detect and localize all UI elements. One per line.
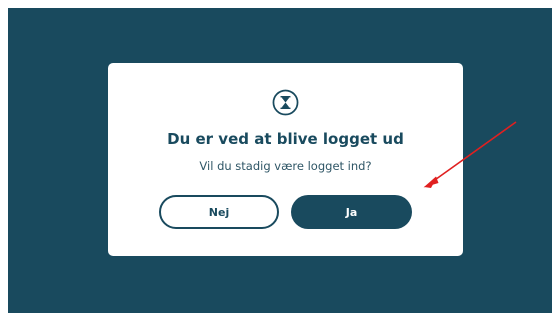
dialog-subtitle: Vil du stadig være logget ind? [199, 159, 372, 173]
yes-button[interactable]: Ja [291, 195, 412, 229]
dialog-title: Du er ved at blive logget ud [167, 130, 404, 148]
hourglass-icon [272, 89, 299, 116]
no-button[interactable]: Nej [159, 195, 279, 229]
session-timeout-dialog: Du er ved at blive logget ud Vil du stad… [108, 63, 463, 256]
